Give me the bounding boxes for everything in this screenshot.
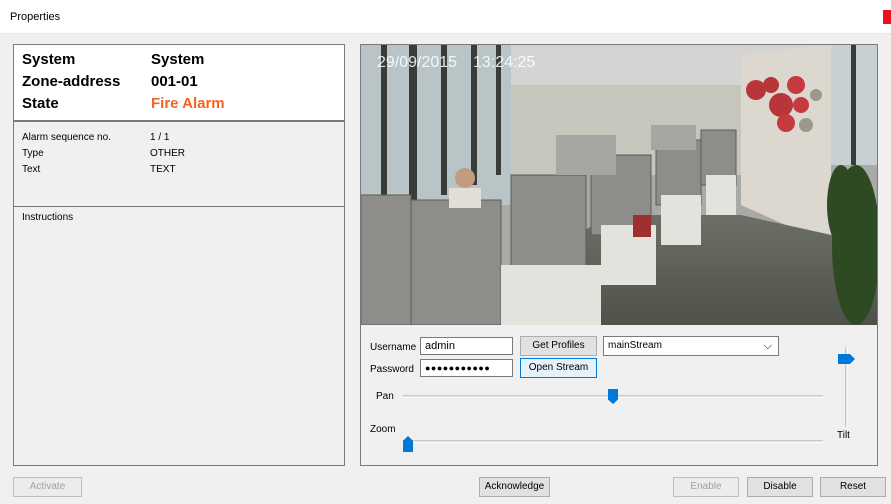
type-value: OTHER xyxy=(150,148,185,159)
text-label: Text xyxy=(22,164,41,175)
zoom-slider-track[interactable] xyxy=(403,440,823,443)
system-label: System xyxy=(22,51,76,68)
window-title: Properties xyxy=(10,11,61,23)
office-scene-image xyxy=(361,45,877,325)
password-label: Password xyxy=(370,364,414,375)
close-icon[interactable] xyxy=(883,10,891,24)
alarm-seq-value: 1 / 1 xyxy=(150,132,170,143)
stream-profile-value: mainStream xyxy=(608,340,662,351)
alarm-details-panel: Alarm sequence no. 1 / 1 Type OTHER Text… xyxy=(13,121,345,207)
camera-video-feed: 29/09/2015 13:24:25 xyxy=(361,45,877,325)
password-input[interactable]: ●●●●●●●●●●● xyxy=(420,359,513,377)
reset-button[interactable]: Reset xyxy=(820,477,886,497)
username-input[interactable]: admin xyxy=(420,337,513,355)
state-label: State xyxy=(22,95,59,112)
activate-button[interactable]: Activate xyxy=(13,477,82,497)
stream-profile-select[interactable]: mainStream ⌵ xyxy=(603,336,779,356)
username-label: Username xyxy=(370,342,417,353)
chevron-down-icon: ⌵ xyxy=(763,340,772,352)
disable-button[interactable]: Disable xyxy=(747,477,813,497)
instructions-label: Instructions xyxy=(22,212,74,223)
state-value: Fire Alarm xyxy=(151,95,225,112)
video-time-overlay: 13:24:25 xyxy=(473,54,536,71)
text-value: TEXT xyxy=(150,164,176,175)
alarm-summary-panel: System System Zone-address 001-01 State … xyxy=(13,44,345,121)
system-value: System xyxy=(151,51,205,68)
alarm-seq-label: Alarm sequence no. xyxy=(22,132,111,143)
title-bar: Properties xyxy=(0,0,891,34)
video-date-overlay: 29/09/2015 xyxy=(377,54,458,71)
zone-address-value: 001-01 xyxy=(151,73,198,90)
get-profiles-button[interactable]: Get Profiles xyxy=(520,336,597,356)
tilt-label: Tilt xyxy=(837,430,850,441)
instructions-panel: Instructions xyxy=(13,206,345,466)
acknowledge-button[interactable]: Acknowledge xyxy=(479,477,550,497)
type-label: Type xyxy=(22,148,44,159)
zoom-label: Zoom xyxy=(370,424,396,435)
zone-address-label: Zone-address xyxy=(22,73,121,90)
pan-label: Pan xyxy=(376,391,394,402)
open-stream-button[interactable]: Open Stream xyxy=(520,358,597,378)
enable-button[interactable]: Enable xyxy=(673,477,739,497)
